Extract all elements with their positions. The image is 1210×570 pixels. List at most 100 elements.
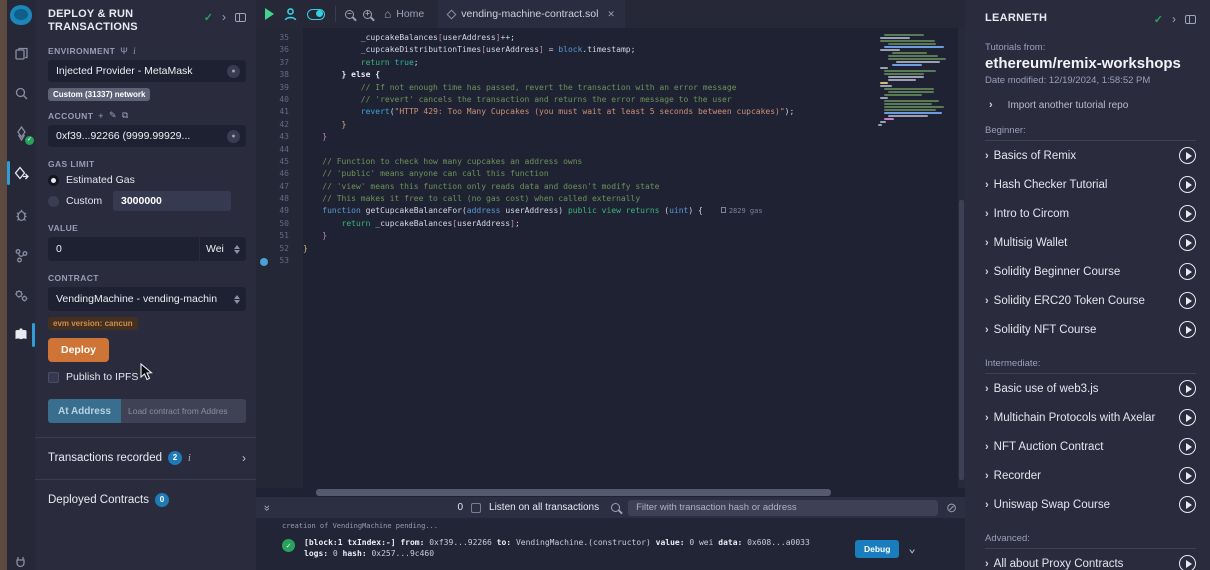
add-account-icon[interactable]: + <box>98 111 104 121</box>
editor-minimap[interactable] <box>878 34 956 130</box>
tutorial-play-icon[interactable] <box>1179 467 1196 484</box>
file-explorer-icon[interactable] <box>7 39 35 67</box>
editor-horizontal-scrollbar[interactable] <box>316 489 831 496</box>
panel-chevron-icon[interactable]: › <box>222 10 226 24</box>
tab-vending-machine-contract[interactable]: vending-machine-contract.sol ✕ <box>438 0 625 28</box>
tutorial-expand-icon[interactable]: › <box>985 558 989 570</box>
deployed-contracts-row[interactable]: Deployed Contracts 0 <box>48 493 246 507</box>
tutorial-play-icon[interactable] <box>1179 263 1196 280</box>
custom-gas-radio[interactable] <box>48 196 59 207</box>
tutorial-item[interactable]: ›Basic use of web3.js <box>985 374 1196 403</box>
estimated-gas-option[interactable]: Estimated Gas <box>48 174 246 186</box>
terminal-filter-input[interactable] <box>628 500 938 516</box>
tutorial-item[interactable]: ›Hash Checker Tutorial <box>985 170 1196 199</box>
tutorial-item[interactable]: ›Multichain Protocols with Axelar <box>985 403 1196 432</box>
tutorial-expand-icon[interactable]: › <box>985 470 989 482</box>
code-line[interactable]: 50 return _cupcakeBalances[userAddress]; <box>256 218 965 230</box>
plug-icon[interactable]: Ψ <box>120 46 128 56</box>
pin-panel-icon[interactable] <box>235 13 246 22</box>
tutorial-play-icon[interactable] <box>1179 234 1196 251</box>
tutorial-expand-icon[interactable]: › <box>985 208 989 220</box>
line-number[interactable]: 52 <box>256 243 303 255</box>
code-line[interactable]: 51 } <box>256 230 965 242</box>
custom-gas-option[interactable]: Custom <box>48 191 246 211</box>
tutorial-expand-icon[interactable]: › <box>985 412 989 424</box>
line-number[interactable]: 46 <box>256 168 303 180</box>
transactions-expand-icon[interactable]: › <box>242 451 246 465</box>
learneth-chevron-icon[interactable]: › <box>1172 12 1176 26</box>
tutorial-expand-icon[interactable]: › <box>985 441 989 453</box>
publish-ipfs-option[interactable]: Publish to IPFS <box>48 371 246 383</box>
code-line[interactable]: 40 // 'revert' cancels the transaction a… <box>256 94 965 106</box>
zoom-out-icon[interactable]: − <box>345 10 354 19</box>
close-tab-icon[interactable]: ✕ <box>607 9 615 20</box>
search-icon[interactable] <box>7 79 35 107</box>
code-line[interactable]: 52} <box>256 243 965 255</box>
code-line[interactable]: 36 _cupcakeDistributionTimes[userAddress… <box>256 44 965 56</box>
tutorial-play-icon[interactable] <box>1179 292 1196 309</box>
clear-terminal-icon[interactable]: ⊘ <box>946 500 957 516</box>
line-number[interactable]: 40 <box>256 94 303 106</box>
tutorial-expand-icon[interactable]: › <box>985 499 989 511</box>
plugin-manager-plug-icon[interactable] <box>7 548 35 570</box>
code-line[interactable]: 46 // 'public' means anyone can call thi… <box>256 168 965 180</box>
tutorial-expand-icon[interactable]: › <box>985 383 989 395</box>
tutorial-play-icon[interactable] <box>1179 496 1196 513</box>
code-line[interactable]: 49 function getCupcakeBalanceFor(address… <box>256 205 965 217</box>
tutorial-item[interactable]: ›Solidity NFT Course <box>985 315 1196 344</box>
at-address-input[interactable] <box>121 399 246 423</box>
tutorial-item[interactable]: ›Intro to Circom <box>985 199 1196 228</box>
tutorial-play-icon[interactable] <box>1179 438 1196 455</box>
tutorial-play-icon[interactable] <box>1179 147 1196 164</box>
line-number[interactable]: 44 <box>256 144 303 156</box>
tutorial-item[interactable]: ›Uniswap Swap Course <box>985 490 1196 519</box>
transaction-log-row[interactable]: ✓ [block:1 txIndex:-] from: 0xf39...9226… <box>282 537 965 559</box>
transactions-info-icon[interactable]: i <box>188 453 191 464</box>
tutorial-play-icon[interactable] <box>1179 176 1196 193</box>
code-line[interactable]: 48 // This makes it free to call (no gas… <box>256 193 965 205</box>
tutorial-expand-icon[interactable]: › <box>985 237 989 249</box>
tutorial-item[interactable]: ›Solidity ERC20 Token Course <box>985 286 1196 315</box>
line-number[interactable]: 42 <box>256 119 303 131</box>
tutorial-expand-icon[interactable]: › <box>985 324 989 336</box>
custom-gas-input[interactable] <box>113 191 231 211</box>
tutorial-item[interactable]: ›NFT Auction Contract <box>985 432 1196 461</box>
code-line[interactable]: 41 revert("HTTP 429: Too Many Cupcakes (… <box>256 106 965 118</box>
account-settings-icon[interactable]: ● <box>227 130 240 143</box>
contract-select[interactable]: VendingMachine - vending-machin <box>48 287 246 311</box>
line-number[interactable]: 49 <box>256 205 303 217</box>
info-icon[interactable]: i <box>133 46 136 56</box>
settings-gears-icon[interactable] <box>7 281 35 309</box>
toggle-icon[interactable] <box>307 9 325 20</box>
value-unit-select[interactable]: Wei <box>199 237 246 261</box>
copy-account-icon[interactable]: ⧉ <box>122 110 129 121</box>
environment-settings-icon[interactable]: ● <box>227 65 240 78</box>
account-select[interactable]: 0xf39...92266 (9999.99929... ● <box>48 125 246 147</box>
import-tutorial-repo[interactable]: › Import another tutorial repo <box>985 99 1196 111</box>
code-line[interactable]: 39 // If not enough time has passed, rev… <box>256 82 965 94</box>
code-line[interactable]: 35 _cupcakeBalances[userAddress]++; <box>256 32 965 44</box>
line-number[interactable]: 41 <box>256 106 303 118</box>
editor-vertical-scrollbar[interactable] <box>958 28 965 488</box>
line-number[interactable]: 37 <box>256 57 303 69</box>
edit-account-icon[interactable]: ✎ <box>109 110 117 121</box>
code-line[interactable]: 43 } <box>256 131 965 143</box>
estimated-gas-radio[interactable] <box>48 175 59 186</box>
tutorial-expand-icon[interactable]: › <box>985 179 989 191</box>
tutorial-play-icon[interactable] <box>1179 409 1196 426</box>
home-tab[interactable]: ⌂ Home <box>384 7 424 21</box>
debug-button[interactable]: Debug <box>855 540 899 558</box>
terminal-collapse-icon[interactable]: « <box>261 504 273 510</box>
debugger-icon[interactable] <box>7 201 35 229</box>
code-line[interactable]: 47 // 'view' means this function only re… <box>256 181 965 193</box>
environment-select[interactable]: Injected Provider - MetaMask ● <box>48 60 246 82</box>
zoom-in-icon[interactable]: + <box>363 10 372 19</box>
listen-checkbox[interactable] <box>471 503 481 513</box>
tutorial-item[interactable]: ›Solidity Beginner Course <box>985 257 1196 286</box>
code-line[interactable]: 42 } <box>256 119 965 131</box>
tutorial-item[interactable]: ›Basics of Remix <box>985 141 1196 170</box>
line-number[interactable]: 45 <box>256 156 303 168</box>
breakpoint-icon[interactable] <box>260 258 268 266</box>
learneth-book-icon[interactable] <box>7 321 35 349</box>
code-line[interactable]: 45 // Function to check how many cupcake… <box>256 156 965 168</box>
